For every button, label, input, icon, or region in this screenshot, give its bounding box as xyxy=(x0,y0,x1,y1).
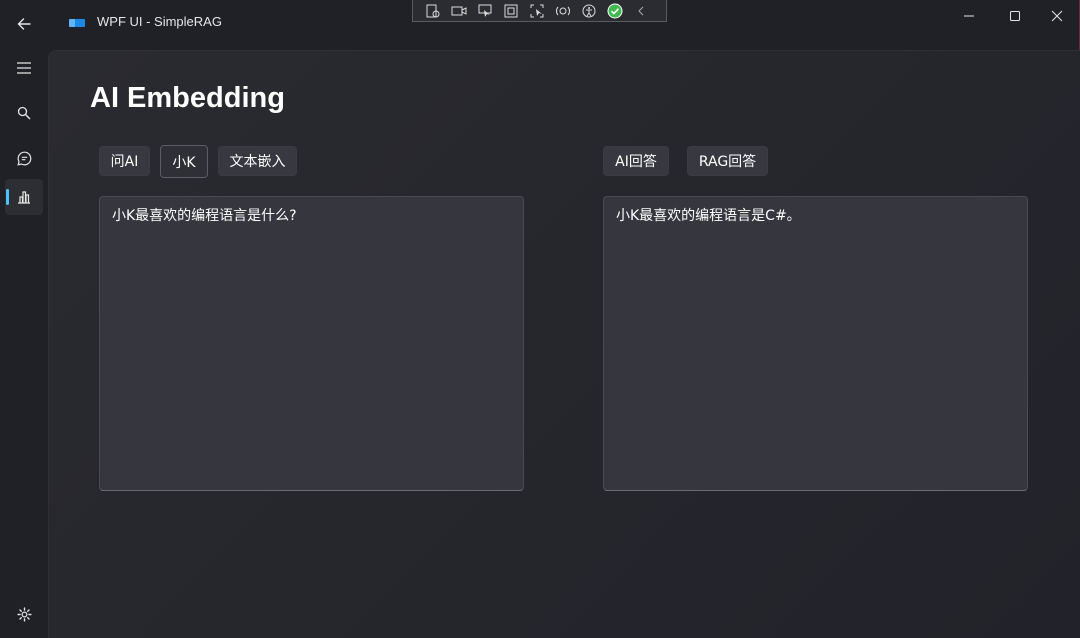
xaml-debug-toolbar xyxy=(412,0,667,22)
ai-answer-button[interactable]: AI回答 xyxy=(603,146,669,176)
nav-item-embedding[interactable] xyxy=(5,179,43,215)
back-button[interactable] xyxy=(8,8,40,40)
chat-icon xyxy=(16,151,31,166)
settings-button[interactable] xyxy=(8,598,40,630)
answer-textbox[interactable]: 小K最喜欢的编程语言是C#。 xyxy=(603,196,1028,491)
question-textbox[interactable]: 小K最喜欢的编程语言是什么? xyxy=(99,196,524,491)
live-tree-icon[interactable] xyxy=(423,3,443,19)
layout-adorners-icon[interactable] xyxy=(501,3,521,19)
bar-chart-icon xyxy=(18,191,30,204)
minimize-button[interactable] xyxy=(946,0,992,32)
app-logo-icon xyxy=(69,19,85,27)
nav-item-chat[interactable] xyxy=(5,140,43,176)
maximize-icon xyxy=(1010,11,1020,21)
back-arrow-icon xyxy=(17,18,31,30)
settings-gear-icon xyxy=(16,606,32,622)
search-icon xyxy=(17,106,31,120)
title-bar: WPF UI - SimpleRAG xyxy=(0,0,1080,48)
close-icon xyxy=(1051,10,1063,22)
close-button[interactable] xyxy=(1034,0,1080,32)
xiaok-button[interactable]: 小K xyxy=(160,145,208,178)
binding-failures-icon[interactable] xyxy=(553,3,573,19)
maximize-button[interactable] xyxy=(992,0,1038,32)
page-title: AI Embedding xyxy=(90,82,285,114)
check-status-icon[interactable] xyxy=(605,3,625,19)
nav-item-search[interactable] xyxy=(5,95,43,131)
hamburger-menu-icon xyxy=(17,62,31,74)
active-nav-indicator xyxy=(6,189,9,205)
window-title: WPF UI - SimpleRAG xyxy=(97,14,222,29)
ask-ai-button[interactable]: 问AI xyxy=(99,146,150,176)
select-element-icon[interactable] xyxy=(475,3,495,19)
accessibility-icon[interactable] xyxy=(579,3,599,19)
track-focus-icon[interactable] xyxy=(527,3,547,19)
minimize-icon xyxy=(964,15,974,17)
rag-answer-button[interactable]: RAG回答 xyxy=(687,146,768,176)
nav-menu-toggle[interactable] xyxy=(5,50,43,86)
video-camera-icon[interactable] xyxy=(449,3,469,19)
text-embedding-button[interactable]: 文本嵌入 xyxy=(218,146,297,176)
app-window: WPF UI - SimpleRAG AI Embedding 问AI 小K 文… xyxy=(0,0,1080,638)
collapse-chevron-icon[interactable] xyxy=(631,3,651,19)
